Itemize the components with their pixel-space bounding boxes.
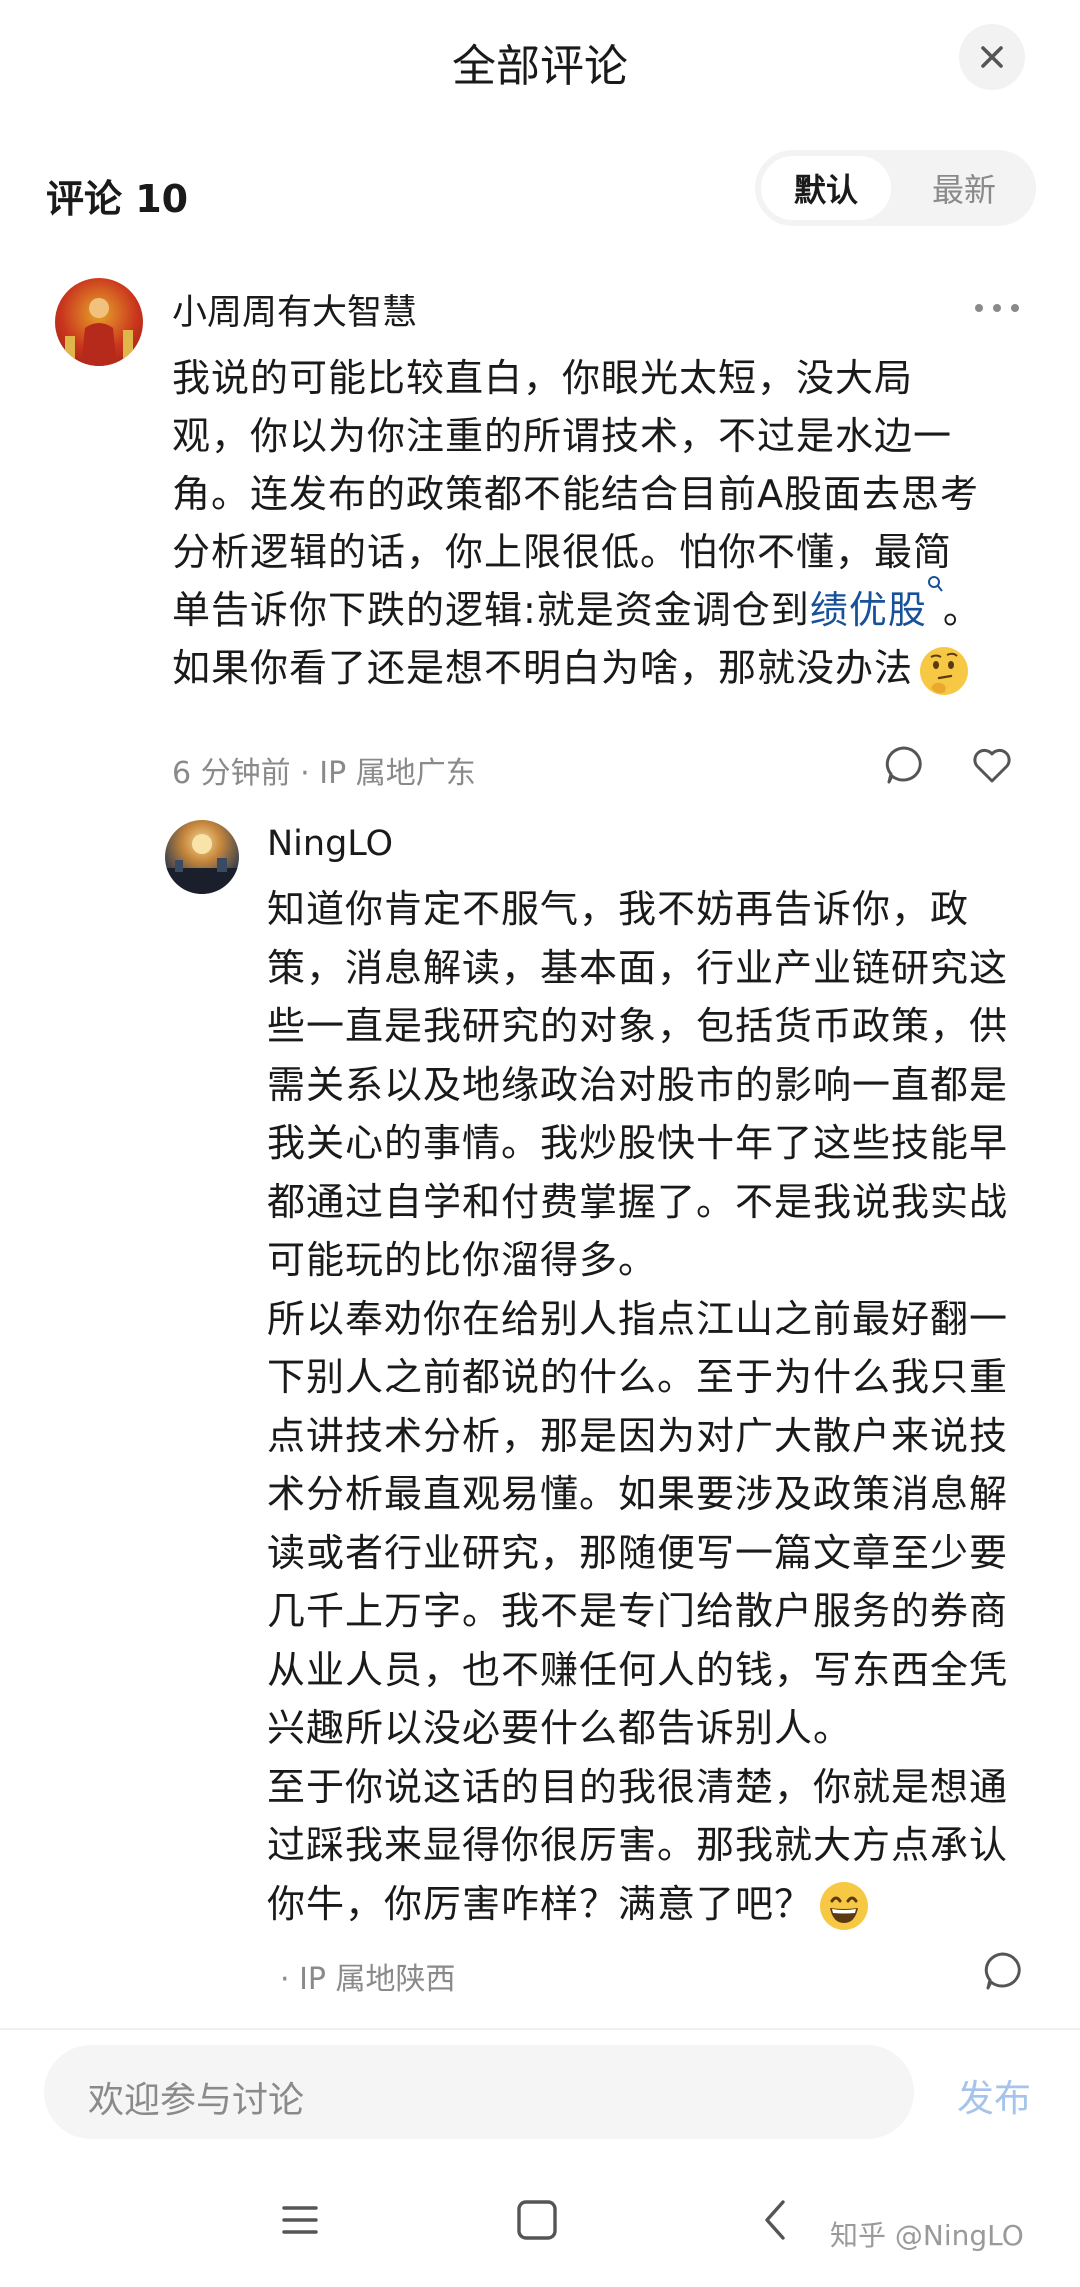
reply-body: 知道你肯定不服气，我不妨再告诉你，政 策，消息解读，基本面，行业产业链研究这 些… [267,880,1007,1933]
close-button[interactable] [959,24,1025,90]
system-nav-bar: 知乎 @NingLO [0,2170,1080,2287]
avatar[interactable] [165,820,239,894]
reply-line: 下别人之前都说的什么。至于为什么我只重 [267,1355,1009,1399]
reply-line: 点讲技术分析，那是因为对广大散户来说技 [267,1413,1009,1458]
reply-ip: · IP 属地陕西 [280,1962,456,1997]
page-title: 全部评论 [452,41,628,92]
search-icon [927,576,943,592]
reply-line: 我关心的事情。我炒股快十年了这些技能早 [267,1121,1009,1165]
sort-toggle: 默认 最新 [755,150,1036,226]
reply-line: 些一直是我研究的对象，包括货币政策，供 [267,1004,1009,1048]
avatar-image [65,298,133,366]
comment-time: 6 分钟前 [172,756,291,791]
reply-meta: · IP 属地陕西 [280,1954,456,1998]
comment-line: 分析逻辑的话，你上限很低。怕你不懂，最简 [172,530,953,574]
more-icon[interactable] [973,302,1021,314]
comment-input-placeholder: 欢迎参与讨论 [88,2080,305,2121]
back-icon[interactable] [745,2190,805,2250]
reply-line: 知道你肯定不服气，我不妨再告诉你，政 [267,887,970,931]
stock-search-link[interactable]: 绩优股 [810,588,927,632]
sort-default-tab[interactable]: 默认 [761,156,891,220]
comment-line: 观，你以为你注重的所谓技术，不过是水边一 [172,414,953,458]
comment-username[interactable]: 小周周有大智慧 [172,284,417,335]
thinking-emoji-icon [920,646,969,695]
watermark: 知乎 @NingLO [830,2219,1024,2252]
reply-username[interactable]: NingLO [267,824,393,864]
avatar[interactable] [55,278,143,366]
divider [0,2028,1080,2030]
comment-body: 我说的可能比较直白，你眼光太短，没大局 观，你以为你注重的所谓技术，不过是水边一… [172,349,1032,698]
reply-line: 都通过自学和付费掌握了。不是我说我实战 [267,1179,1009,1224]
sheet-header: 全部评论 [0,0,1080,120]
comment-count: 评论 10 [46,177,189,221]
reply-line: 从业人员，也不赚任何人的钱，写东西全凭 [267,1647,1009,1692]
reply-line: 策，消息解读，基本面，行业产业链研究这 [267,945,1009,990]
reply-line: 几千上万字。我不是专门给散户服务的券商 [267,1589,1009,1633]
grinning-emoji-icon [820,1882,869,1930]
comment-line: 角。连发布的政策都不能结合目前A股面去思考 [172,472,979,516]
comment-input[interactable]: 欢迎参与讨论 [44,2045,914,2139]
home-icon[interactable] [507,2190,567,2250]
comment-meta: 6 分钟前 · IP 属地广东 [172,748,476,792]
comment-line: 单告诉你下跌的逻辑:就是资金调仓到绩优股。 [172,576,1032,639]
comment-text-segment: 单告诉你下跌的逻辑:就是资金调仓到 [172,588,810,632]
reply-line: 兴趣所以没必要什么都告诉别人。 [267,1706,853,1750]
reply-line: 过踩我来显得你很厉害。那我就大方点承认 [267,1823,1009,1867]
reply-text-segment: 你牛，你厉害咋样？满意了吧？ [267,1881,814,1926]
comment-text-segment: 。 [942,588,982,632]
reply-line: 术分析最直观易懂。如果要涉及政策消息解 [267,1472,1009,1516]
comment-line: 我说的可能比较直白，你眼光太短，没大局 [172,356,914,400]
reply-line: 读或者行业研究，那随便写一篇文章至少要 [267,1530,1009,1575]
publish-button[interactable]: 发布 [957,2068,1031,2122]
reply-line: 需关系以及地缘政治对股市的影响一直都是 [267,1062,1009,1107]
reply-line: 可能玩的比你溜得多。 [267,1238,658,1282]
comment-line: 如果你看了还是想不明白为啥，那就没办法 [172,639,1032,698]
close-icon [981,46,1003,68]
sort-latest-tab[interactable]: 最新 [899,156,1029,220]
comment-text-segment: 如果你看了还是想不明白为啥，那就没办法 [172,646,914,690]
recent-apps-icon[interactable] [270,2190,330,2250]
reply-line: 所以奉劝你在给别人指点江山之前最好翻一 [267,1296,1009,1341]
heart-icon[interactable] [971,744,1013,786]
comment-ip: · IP 属地广东 [300,756,476,791]
reply-icon[interactable] [883,744,925,786]
reply-line: 你牛，你厉害咋样？满意了吧？ [267,1875,1007,1934]
reply-icon[interactable] [982,1950,1024,1992]
reply-line: 至于你说这话的目的我很清楚，你就是想通 [267,1764,1009,1809]
avatar-image [165,834,239,894]
comments-toolbar: 评论 10 默认 最新 [0,150,1080,230]
